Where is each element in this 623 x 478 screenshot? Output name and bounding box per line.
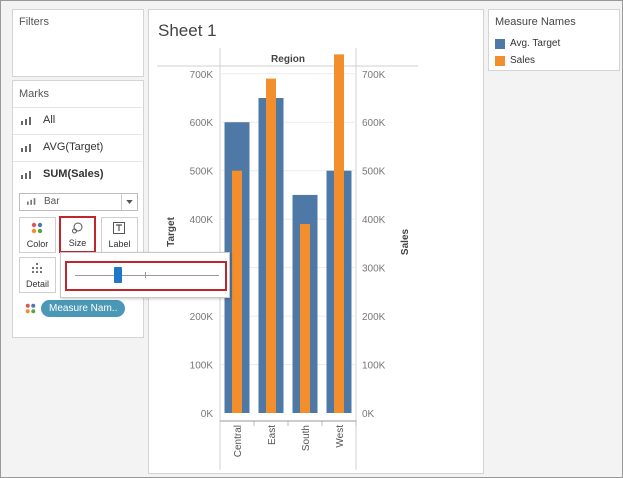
legend-item[interactable]: Avg. Target [495, 38, 613, 51]
bar-mark-icon [21, 144, 31, 152]
chevron-down-icon [126, 200, 133, 204]
text-label-icon [113, 222, 125, 234]
dropdown-divider [121, 194, 122, 210]
size-card-label: Size [68, 238, 87, 248]
size-slider-track[interactable] [75, 275, 219, 276]
marks-row-label: SUM(Sales) [43, 168, 104, 180]
filters-shelf[interactable]: Filters [12, 9, 144, 77]
legend-panel: Measure Names Avg. Target Sales [488, 9, 620, 71]
size-slider-popup [60, 252, 230, 298]
size-icon [72, 222, 83, 234]
mark-type-dropdown[interactable]: Bar [19, 193, 138, 211]
marks-row-all[interactable]: All [13, 107, 142, 134]
marks-row-avg-target[interactable]: AVG(Target) [13, 134, 142, 161]
marks-title: Marks [19, 88, 49, 100]
color-card-label: Color [26, 239, 49, 249]
marks-row-sum-sales[interactable]: SUM(Sales) [13, 161, 142, 188]
marks-card: Marks All AVG(Target) SUM(Sales) Bar Col… [12, 80, 144, 338]
color-card[interactable]: Color [19, 217, 56, 253]
mark-type-value: Bar [44, 196, 60, 207]
size-slider-tick [145, 272, 146, 278]
color-icon [25, 303, 36, 314]
legend-swatch [495, 56, 505, 66]
sheet-title: Sheet 1 [158, 21, 217, 40]
legend-label: Avg. Target [510, 38, 561, 49]
legend-swatch [495, 39, 505, 49]
bar-mark-icon [21, 171, 31, 179]
size-card[interactable]: Size [59, 216, 96, 253]
label-card[interactable]: Label [101, 217, 138, 253]
color-icon [31, 222, 43, 234]
detail-card-label: Detail [25, 279, 49, 289]
size-slider-highlight [65, 261, 227, 291]
marks-row-label: AVG(Target) [43, 141, 104, 153]
bar-mark-icon [21, 117, 31, 125]
detail-card[interactable]: Detail [19, 257, 56, 293]
measure-names-pill[interactable]: Measure Nam.. [41, 300, 126, 317]
bar-mark-icon [27, 198, 36, 205]
sheet-view: Sheet 1 [148, 9, 484, 474]
filters-title: Filters [19, 16, 49, 28]
size-slider-thumb[interactable] [114, 267, 123, 283]
legend-title: Measure Names [495, 16, 576, 28]
detail-icon [31, 262, 43, 274]
legend-item[interactable]: Sales [495, 55, 613, 68]
label-card-label: Label [108, 239, 131, 249]
marks-row-label: All [43, 114, 56, 126]
legend-label: Sales [510, 55, 536, 66]
